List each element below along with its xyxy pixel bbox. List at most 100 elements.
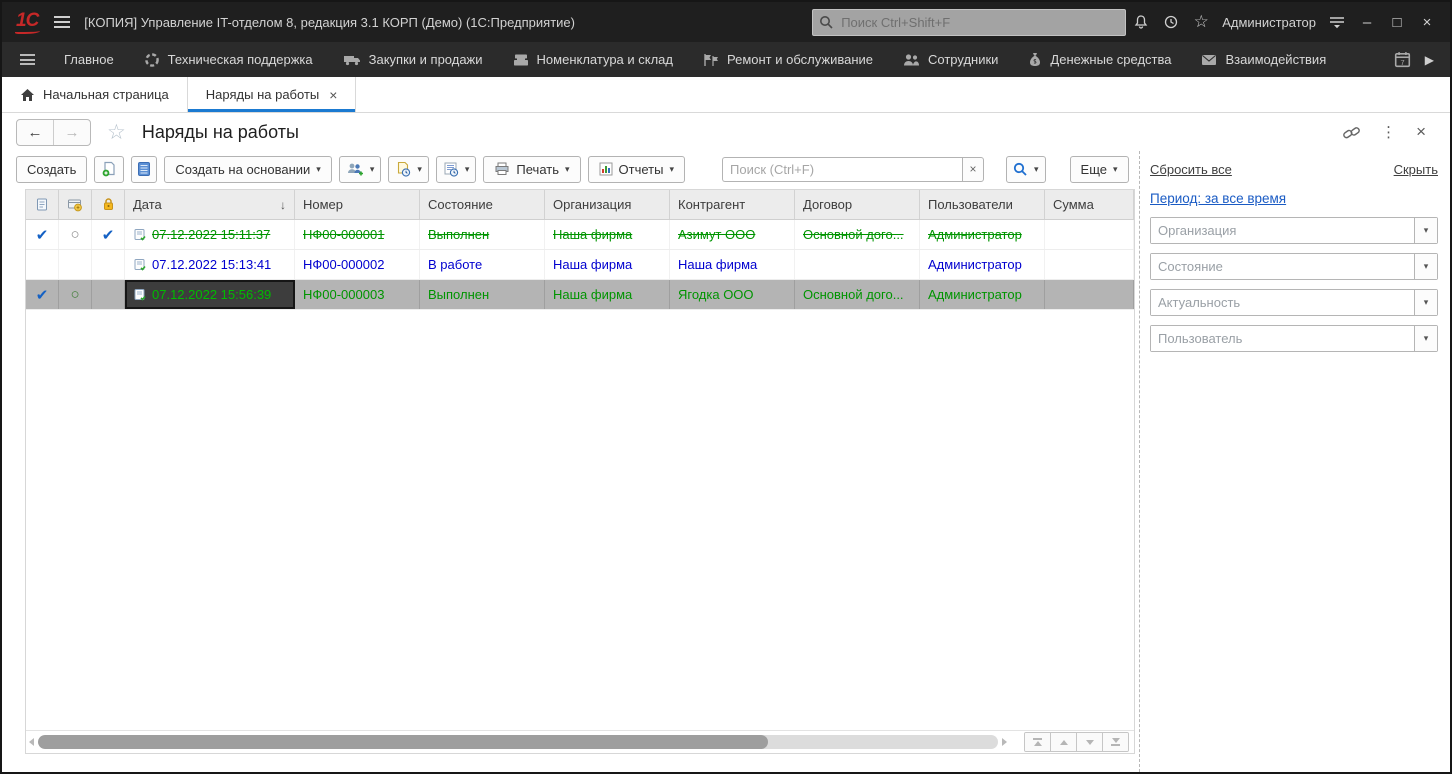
header-payment-icon[interactable] bbox=[59, 190, 92, 219]
cell-date-current[interactable]: 07.12.2022 15:56:39 bbox=[125, 280, 295, 309]
cell-contract[interactable]: Основной дого... bbox=[795, 220, 920, 249]
create-button[interactable]: Создать bbox=[16, 156, 87, 183]
list-search-input[interactable] bbox=[722, 157, 962, 182]
dropdown-arrow-icon[interactable]: ▾ bbox=[1414, 254, 1437, 279]
dropdown-arrow-icon[interactable]: ▾ bbox=[1414, 290, 1437, 315]
cell-counterparty[interactable]: Азимут ООО bbox=[670, 220, 795, 249]
section-purchases-sales[interactable]: Закупки и продажи bbox=[328, 42, 498, 77]
cell-sum[interactable] bbox=[1045, 250, 1134, 279]
add-favorite-star-icon[interactable]: ☆ bbox=[107, 120, 126, 145]
cell-date[interactable]: 07.12.2022 15:11:37 bbox=[125, 220, 295, 249]
header-lock-icon[interactable] bbox=[92, 190, 125, 219]
cell-state[interactable]: Выполнен bbox=[420, 280, 545, 309]
reset-all-filters-link[interactable]: Сбросить все bbox=[1150, 162, 1232, 177]
section-employees[interactable]: Сотрудники bbox=[888, 42, 1013, 77]
section-tech-support[interactable]: Техническая поддержка bbox=[129, 42, 328, 77]
column-state[interactable]: Состояние bbox=[420, 190, 545, 219]
column-date[interactable]: Дата↓ bbox=[125, 190, 295, 219]
close-window-button[interactable]: × bbox=[1412, 8, 1442, 36]
table-row[interactable]: ✔ ○ ✔ 07.12.2022 15:11:37 НФ00-000001 Вы… bbox=[26, 220, 1134, 250]
column-contract[interactable]: Договор bbox=[795, 190, 920, 219]
table-row[interactable]: ✔ ○ 07.12.2022 15:56:39 НФ00-000003 Выпо… bbox=[26, 280, 1134, 310]
service-menu-icon[interactable] bbox=[1322, 8, 1352, 36]
copy-button[interactable] bbox=[94, 156, 124, 183]
assign-users-button[interactable]: ▾ bbox=[339, 156, 382, 183]
minimize-button[interactable]: – bbox=[1352, 8, 1382, 36]
cell-state[interactable]: Выполнен bbox=[420, 220, 545, 249]
print-button[interactable]: Печать▾ bbox=[483, 156, 580, 183]
notifications-bell-icon[interactable] bbox=[1126, 8, 1156, 36]
cell-sum[interactable] bbox=[1045, 280, 1134, 309]
tab-work-orders[interactable]: Наряды на работы × bbox=[188, 77, 357, 112]
column-organization[interactable]: Организация bbox=[545, 190, 670, 219]
cell-counterparty[interactable]: Ягодка ООО bbox=[670, 280, 795, 309]
cell-sum[interactable] bbox=[1045, 220, 1134, 249]
cell-users[interactable]: Администратор bbox=[920, 280, 1045, 309]
section-nomenclature-warehouse[interactable]: Номенклатура и склад bbox=[498, 42, 688, 77]
dropdown-arrow-icon[interactable]: ▾ bbox=[1414, 218, 1437, 243]
document-schedule-button[interactable]: ▾ bbox=[388, 156, 429, 183]
close-form-icon[interactable]: × bbox=[1416, 122, 1426, 142]
column-number[interactable]: Номер bbox=[295, 190, 420, 219]
cell-contract[interactable]: Основной дого... bbox=[795, 280, 920, 309]
scroll-left-icon[interactable] bbox=[29, 738, 34, 746]
table-row[interactable]: 07.12.2022 15:13:41 НФ00-000002 В работе… bbox=[26, 250, 1134, 280]
global-search[interactable] bbox=[812, 9, 1126, 36]
reports-button[interactable]: Отчеты▾ bbox=[588, 156, 685, 183]
cell-organization[interactable]: Наша фирма bbox=[545, 220, 670, 249]
maximize-button[interactable]: □ bbox=[1382, 8, 1412, 36]
more-menu-icon[interactable]: ⋮ bbox=[1381, 123, 1396, 141]
more-button[interactable]: Еще▾ bbox=[1070, 156, 1129, 183]
section-main[interactable]: Главное bbox=[49, 42, 129, 77]
tab-close-icon[interactable]: × bbox=[329, 87, 337, 103]
cell-users[interactable]: Администратор bbox=[920, 220, 1045, 249]
previous-row-button[interactable] bbox=[1051, 733, 1077, 751]
clear-search-icon[interactable]: × bbox=[962, 157, 984, 182]
cell-number[interactable]: НФ00-000002 bbox=[295, 250, 420, 279]
scrollbar-thumb[interactable] bbox=[38, 735, 768, 749]
advanced-search-button[interactable]: ▾ bbox=[1006, 156, 1046, 183]
go-first-row-button[interactable] bbox=[1025, 733, 1051, 751]
cell-number[interactable]: НФ00-000001 bbox=[295, 220, 420, 249]
cell-state[interactable]: В работе bbox=[420, 250, 545, 279]
next-row-button[interactable] bbox=[1077, 733, 1103, 751]
cell-counterparty[interactable]: Наша фирма bbox=[670, 250, 795, 279]
cell-contract[interactable] bbox=[795, 250, 920, 279]
column-counterparty[interactable]: Контрагент bbox=[670, 190, 795, 219]
cell-organization[interactable]: Наша фирма bbox=[545, 280, 670, 309]
create-based-on-button[interactable]: Создать на основании▾ bbox=[164, 156, 331, 183]
dropdown-arrow-icon[interactable]: ▾ bbox=[1414, 326, 1437, 351]
scroll-right-icon[interactable] bbox=[1002, 738, 1007, 746]
favorites-star-icon[interactable]: ☆ bbox=[1186, 8, 1216, 36]
section-money[interactable]: Денежные средства bbox=[1013, 42, 1186, 77]
column-sum[interactable]: Сумма bbox=[1045, 190, 1134, 219]
filter-state-input[interactable] bbox=[1151, 254, 1414, 279]
section-repair-service[interactable]: Ремонт и обслуживание bbox=[688, 42, 888, 77]
period-filter-link[interactable]: Период: за все время bbox=[1150, 191, 1286, 206]
sections-menu-icon[interactable] bbox=[20, 54, 35, 65]
main-menu-icon[interactable] bbox=[54, 16, 70, 28]
global-search-input[interactable] bbox=[839, 14, 1119, 31]
list-settings-button[interactable] bbox=[131, 156, 157, 183]
column-users[interactable]: Пользователи bbox=[920, 190, 1045, 219]
filter-actuality-input[interactable] bbox=[1151, 290, 1414, 315]
header-posted-icon[interactable] bbox=[26, 190, 59, 219]
history-icon[interactable] bbox=[1156, 8, 1186, 36]
journal-schedule-button[interactable]: ▾ bbox=[436, 156, 477, 183]
current-user[interactable]: Администратор bbox=[1222, 15, 1316, 30]
back-button[interactable]: ← bbox=[17, 120, 54, 145]
filter-user-input[interactable] bbox=[1151, 326, 1414, 351]
cell-number[interactable]: НФ00-000003 bbox=[295, 280, 420, 309]
section-interactions[interactable]: Взаимодействия bbox=[1186, 42, 1341, 77]
cell-organization[interactable]: Наша фирма bbox=[545, 250, 670, 279]
tab-home[interactable]: Начальная страница bbox=[2, 77, 188, 112]
forward-button[interactable]: → bbox=[54, 120, 90, 145]
filter-organization-input[interactable] bbox=[1151, 218, 1414, 243]
ribbon-overflow-icon[interactable]: ▶ bbox=[1425, 53, 1434, 67]
get-link-icon[interactable] bbox=[1342, 124, 1361, 141]
horizontal-scrollbar[interactable] bbox=[38, 735, 998, 749]
hide-filters-link[interactable]: Скрыть bbox=[1394, 162, 1438, 177]
go-last-row-button[interactable] bbox=[1103, 733, 1128, 751]
calendar-icon[interactable]: 7 bbox=[1394, 51, 1411, 68]
cell-date[interactable]: 07.12.2022 15:13:41 bbox=[125, 250, 295, 279]
